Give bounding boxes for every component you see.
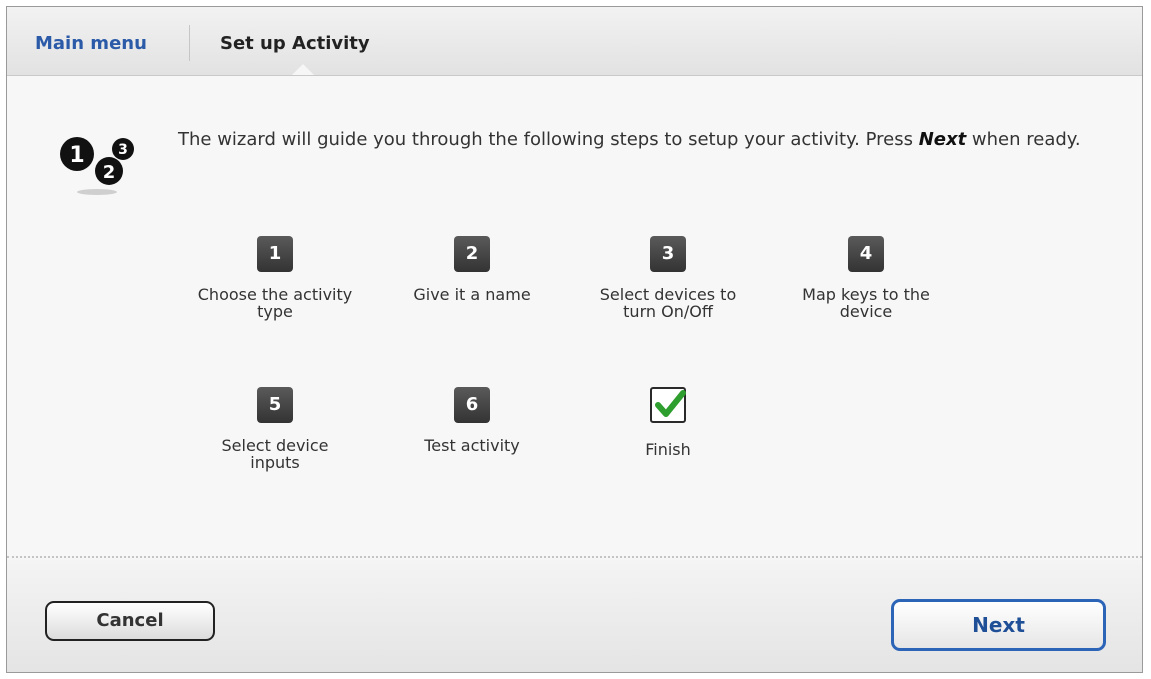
- step-number-badge: 3: [650, 236, 686, 272]
- step-label-line: Map keys to the: [802, 285, 930, 304]
- set-up-activity-tab: Set up Activity: [220, 33, 370, 54]
- step-label: Choose the activity type: [180, 286, 370, 320]
- step-number-badge: 5: [257, 387, 293, 423]
- step-number-badge: 6: [454, 387, 490, 423]
- step-2: 2 Give it a name: [377, 236, 567, 303]
- step-label: Select device inputs: [180, 437, 370, 471]
- step-label-line: Select devices to: [599, 285, 737, 304]
- wizard-content: 1 2 3 The wizard will guide you through …: [7, 76, 1142, 556]
- step-number-badge: 1: [257, 236, 293, 272]
- step-label-line: turn On/Off: [623, 302, 713, 321]
- step-finish: Finish: [573, 387, 763, 458]
- step-label: Test activity: [377, 437, 567, 454]
- next-button[interactable]: Next: [891, 599, 1106, 651]
- tab-separator: [189, 25, 190, 61]
- step-label: Give it a name: [377, 286, 567, 303]
- step-5: 5 Select device inputs: [180, 387, 370, 471]
- step-label-line: type: [257, 302, 293, 321]
- step-1: 1 Choose the activity type: [180, 236, 370, 320]
- step-label-line: Test activity: [424, 436, 520, 455]
- step-label-line: Select device: [221, 436, 329, 455]
- step-label: Map keys to the device: [771, 286, 961, 320]
- main-menu-tab[interactable]: Main menu: [35, 33, 147, 54]
- digit-one: 1: [69, 143, 84, 168]
- intro-next-emphasis: Next: [918, 129, 967, 150]
- step-label: Finish: [573, 441, 763, 458]
- step-number-badge: 4: [848, 236, 884, 272]
- intro-text-before: The wizard will guide you through the fo…: [178, 129, 919, 150]
- step-3: 3 Select devices to turn On/Off: [573, 236, 763, 320]
- step-label-line: Give it a name: [413, 285, 531, 304]
- tab-bar: Main menu Set up Activity: [7, 7, 1142, 76]
- intro-text-after: when ready.: [966, 129, 1081, 150]
- tab-pointer-arrow: [292, 64, 314, 75]
- step-label-line: Choose the activity: [197, 285, 353, 304]
- step-label: Select devices to turn On/Off: [573, 286, 763, 320]
- step-4: 4 Map keys to the device: [771, 236, 961, 320]
- digit-two: 2: [103, 162, 116, 183]
- digit-three: 3: [118, 142, 128, 158]
- step-6: 6 Test activity: [377, 387, 567, 454]
- step-number-badge: 2: [454, 236, 490, 272]
- cancel-button[interactable]: Cancel: [45, 601, 215, 641]
- checkmark-icon: [650, 387, 686, 423]
- intro-text: The wizard will guide you through the fo…: [178, 126, 1098, 153]
- finish-label: Finish: [645, 440, 691, 459]
- step-label-line: inputs: [250, 453, 300, 472]
- step-label-line: device: [839, 302, 893, 321]
- numbers-123-icon: 1 2 3: [47, 128, 147, 198]
- footer-divider: [7, 556, 1142, 558]
- wizard-footer: Cancel Next: [7, 560, 1142, 672]
- wizard-window: Main menu Set up Activity 1 2 3 The wiza…: [6, 6, 1143, 673]
